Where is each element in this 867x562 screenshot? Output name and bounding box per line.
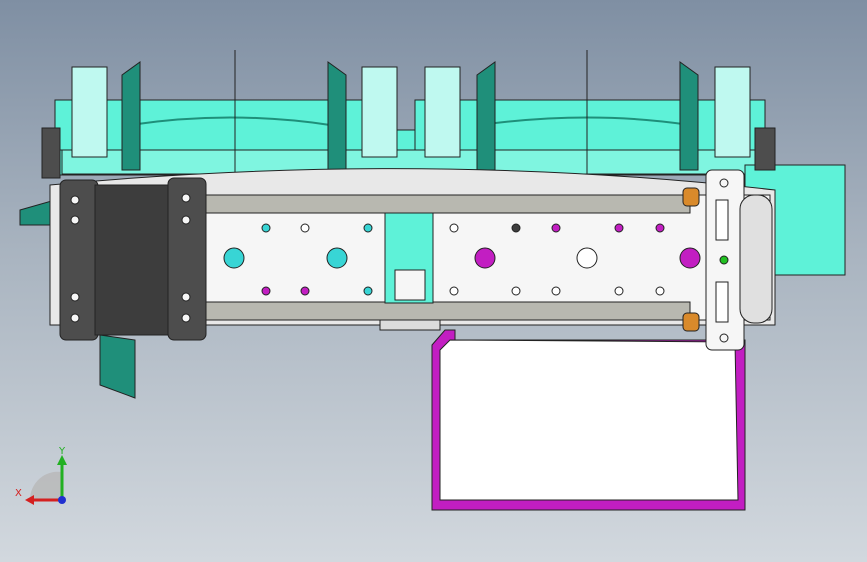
cad-viewport[interactable]: Y X <box>0 0 867 562</box>
motor-block <box>59 177 207 341</box>
x-axis-label: X <box>15 488 22 499</box>
assembly-model[interactable]: Y X <box>0 0 867 562</box>
bottom-tray <box>431 329 746 511</box>
axis-triad: Y X <box>15 446 67 505</box>
y-axis-label: Y <box>58 446 66 457</box>
